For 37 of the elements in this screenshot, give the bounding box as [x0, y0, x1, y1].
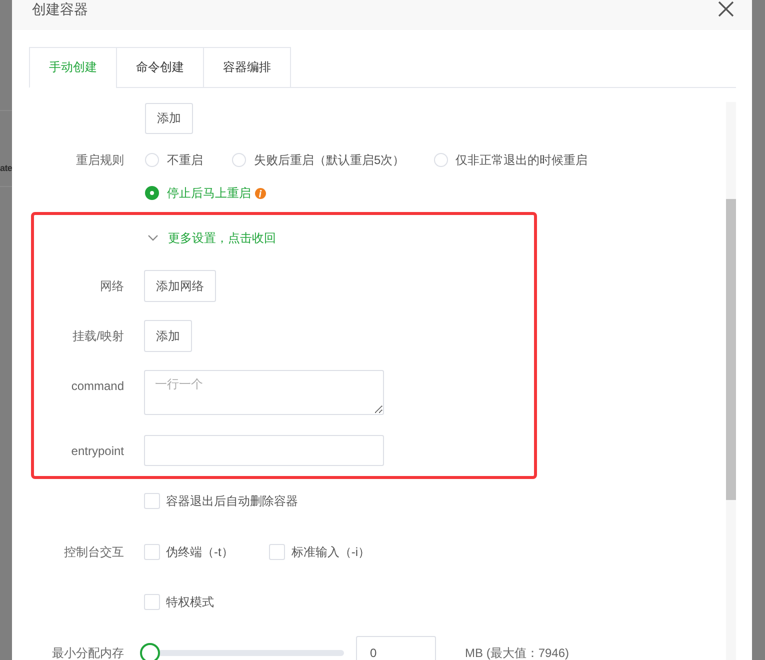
close-icon	[718, 1, 734, 17]
option-label: 伪终端（-t）	[166, 544, 234, 561]
option-label: 容器退出后自动删除容器	[166, 493, 298, 510]
textarea-field[interactable]: 一行一个	[144, 370, 384, 415]
checkbox[interactable]	[144, 594, 160, 610]
option-label: 仅非正常退出的时候重启	[456, 152, 588, 169]
option-label: 标准输入（-i）	[291, 544, 370, 561]
input-field[interactable]	[144, 435, 384, 466]
add-button[interactable]: 添加	[144, 320, 192, 352]
option-label: 停止后马上重启	[167, 185, 251, 202]
unit-label: MB (最大值：7946)	[465, 644, 570, 660]
dialog-title: 创建容器	[32, 0, 88, 18]
checkbox[interactable]	[144, 544, 160, 560]
field-label: 网络	[99, 278, 124, 295]
slider-track[interactable]	[140, 643, 344, 660]
field-label: 重启规则	[75, 152, 124, 169]
field-label: 控制台交互	[63, 544, 124, 561]
option-label: 不重启	[167, 152, 203, 169]
tab[interactable]: 容器编排	[203, 47, 291, 88]
number-input[interactable]: 0	[356, 636, 436, 660]
close-button[interactable]	[718, 1, 734, 17]
checkbox[interactable]	[269, 544, 286, 560]
option-label: 特权模式	[166, 594, 214, 611]
scrollbar-thumb[interactable]	[726, 199, 736, 500]
field-label: entrypoint	[70, 443, 124, 460]
add-button[interactable]: 添加	[145, 103, 193, 134]
slider-thumb[interactable]	[140, 643, 160, 660]
tab[interactable]: 命令创建	[116, 47, 204, 88]
background-text: ate	[0, 163, 12, 174]
chevron-icon	[148, 235, 158, 241]
field-label: 最小分配内存	[51, 645, 124, 660]
option-label: 失败后重启（默认重启5次）	[254, 152, 405, 169]
checkbox[interactable]	[144, 493, 160, 509]
field-label: 挂载/映射	[72, 328, 124, 345]
field-label: command	[70, 378, 124, 395]
add-button[interactable]: 添加网络	[144, 270, 216, 302]
radio-button[interactable]	[145, 186, 159, 200]
